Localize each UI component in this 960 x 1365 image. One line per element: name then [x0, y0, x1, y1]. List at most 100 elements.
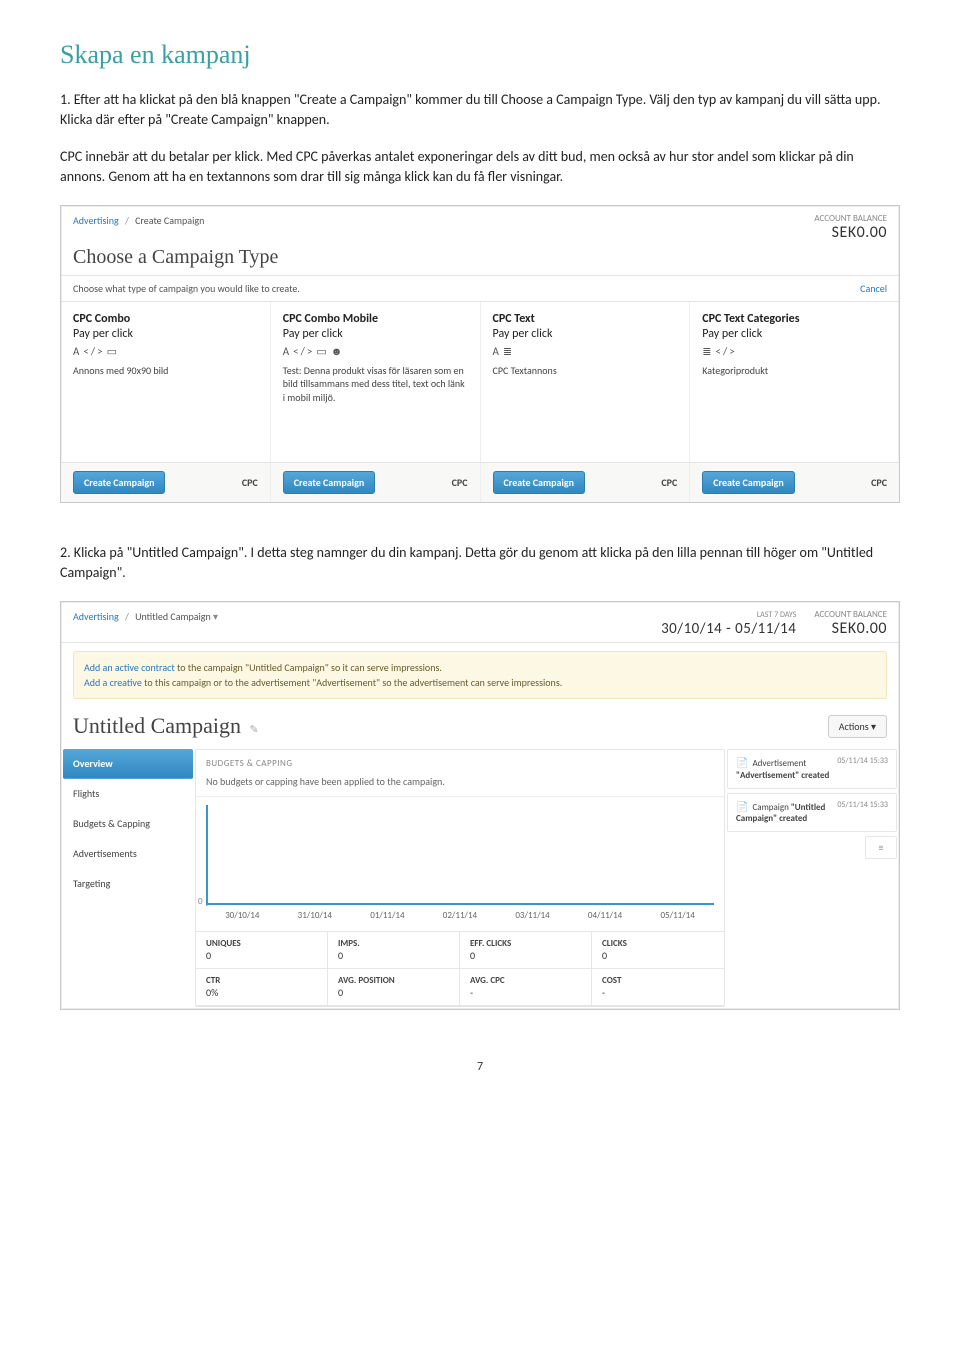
breadcrumb-sep: /	[121, 214, 133, 227]
card-cpc-combo[interactable]: CPC Combo Pay per click A</>▭ Annons med…	[61, 302, 271, 462]
panel-subtext: Choose what type of campaign you would l…	[73, 282, 300, 295]
card-cpc-text[interactable]: CPC Text Pay per click A≣ CPC Textannons	[481, 302, 691, 462]
file-icon: 📄	[736, 756, 752, 769]
y-axis-zero: 0	[198, 896, 203, 907]
card-title: CPC Text	[493, 312, 678, 327]
stat-ctr: CTR0%	[196, 969, 328, 1006]
activity-item: 📄Advertisement "Advertisement" created 0…	[727, 749, 897, 788]
breadcrumb-leaf: Untitled Campaign	[135, 610, 211, 623]
stat-eff-clicks: EFF. CLICKS0	[460, 932, 592, 969]
pricing-tag: CPC	[452, 476, 468, 489]
breadcrumb-root[interactable]: Advertising	[73, 214, 119, 227]
breadcrumb-leaf: Create Campaign	[135, 214, 204, 227]
stat-clicks: CLICKS0	[592, 932, 724, 969]
create-campaign-button[interactable]: Create Campaign	[73, 471, 165, 494]
breadcrumb-root[interactable]: Advertising	[73, 610, 119, 623]
campaign-type-cards: CPC Combo Pay per click A</>▭ Annons med…	[61, 302, 899, 462]
card-desc: CPC Textannons	[493, 364, 678, 378]
campaign-title: Untitled Campaign	[73, 713, 241, 738]
x-tick: 04/11/14	[588, 910, 622, 921]
notice-link-creative[interactable]: Add a creative	[84, 676, 142, 689]
pencil-icon[interactable]: ✎	[244, 723, 259, 736]
card-desc: Kategoriprodukt	[702, 364, 887, 378]
card-title: CPC Text Categories	[702, 312, 887, 327]
actions-button[interactable]: Actions ▾	[828, 715, 887, 738]
breadcrumb-sep: /	[121, 610, 133, 623]
create-campaign-button[interactable]: Create Campaign	[702, 471, 794, 494]
budgets-capping-body: No budgets or capping have been applied …	[196, 773, 724, 797]
date-range[interactable]: LAST 7 DAYS 30/10/14 - 05/11/14	[661, 610, 796, 638]
chart-area: 0	[206, 805, 714, 906]
activity-time: 05/11/14 15:33	[837, 800, 888, 810]
account-balance: ACCOUNT BALANCE SEK0.00	[814, 610, 887, 637]
card-subtitle: Pay per click	[283, 327, 468, 341]
account-balance: ACCOUNT BALANCE SEK0.00	[814, 214, 887, 241]
x-tick: 02/11/14	[443, 910, 477, 921]
step1-paragraph-a: 1. Efter att ha klickat på den blå knapp…	[60, 90, 900, 131]
nav-overview[interactable]: Overview	[63, 749, 193, 779]
x-tick: 01/11/14	[370, 910, 404, 921]
pricing-tag: CPC	[661, 476, 677, 489]
stat-uniques: UNIQUES0	[196, 932, 328, 969]
notice-text: to this campaign or to the advertisement…	[142, 676, 562, 689]
x-tick: 03/11/14	[515, 910, 549, 921]
card-subtitle: Pay per click	[73, 327, 258, 341]
chart-x-axis: 30/10/14 31/10/14 01/11/14 02/11/14 03/1…	[196, 906, 724, 931]
cancel-link[interactable]: Cancel	[860, 282, 887, 295]
chevron-down-icon[interactable]: ▾	[213, 610, 218, 623]
notice-text: to the campaign "Untitled Campaign" so i…	[175, 661, 442, 674]
breadcrumb: Advertising / Untitled Campaign ▾	[73, 610, 218, 623]
pricing-tag: CPC	[871, 476, 887, 489]
x-tick: 31/10/14	[298, 910, 332, 921]
stat-imps: IMPS.0	[328, 932, 460, 969]
nav-flights[interactable]: Flights	[63, 779, 193, 809]
card-icons: ≣</>	[702, 345, 887, 358]
nav-budgets[interactable]: Budgets & Capping	[63, 809, 193, 839]
breadcrumb: Advertising / Create Campaign	[73, 214, 204, 227]
card-subtitle: Pay per click	[702, 327, 887, 341]
date-range-label: LAST 7 DAYS	[661, 610, 796, 620]
screenshot-untitled-campaign: Advertising / Untitled Campaign ▾ LAST 7…	[60, 601, 900, 1010]
screenshot-choose-campaign-type: Advertising / Create Campaign ACCOUNT BA…	[60, 205, 900, 502]
card-desc: Annons med 90x90 bild	[73, 364, 258, 378]
card-cpc-text-categories[interactable]: CPC Text Categories Pay per click ≣</> K…	[690, 302, 899, 462]
date-range-value: 30/10/14 - 05/11/14	[661, 620, 796, 638]
create-campaign-button[interactable]: Create Campaign	[493, 471, 585, 494]
pricing-tag: CPC	[242, 476, 258, 489]
stat-avg-pos: AVG. POSITION0	[328, 969, 460, 1006]
account-balance-value: SEK0.00	[814, 224, 887, 242]
nav-advertisements[interactable]: Advertisements	[63, 839, 193, 869]
chart-line	[208, 903, 714, 905]
notice-link-contract[interactable]: Add an active contract	[84, 661, 175, 674]
card-icons: A</>▭☻	[283, 345, 468, 358]
create-campaign-button[interactable]: Create Campaign	[283, 471, 375, 494]
activity-time: 05/11/14 15:33	[837, 756, 888, 766]
card-cpc-combo-mobile[interactable]: CPC Combo Mobile Pay per click A</>▭☻ Te…	[271, 302, 481, 462]
card-icons: A</>▭	[73, 345, 258, 358]
warning-notice: Add an active contract to the campaign "…	[73, 651, 887, 699]
activity-collapse-button[interactable]: ≡	[865, 836, 897, 859]
x-tick: 05/11/14	[660, 910, 694, 921]
file-icon: 📄	[736, 800, 752, 813]
budgets-capping-heading: BUDGETS & CAPPING	[196, 750, 724, 773]
nav-targeting[interactable]: Targeting	[63, 869, 193, 899]
page-title: Skapa en kampanj	[60, 40, 900, 70]
x-tick: 30/10/14	[225, 910, 259, 921]
account-balance-value: SEK0.00	[814, 620, 887, 638]
panel-heading: Choose a Campaign Type	[61, 246, 899, 275]
card-title: CPC Combo	[73, 312, 258, 327]
card-desc: Test: Denna produkt visas för läsaren so…	[283, 364, 468, 405]
activity-column: 📄Advertisement "Advertisement" created 0…	[727, 749, 897, 1007]
stats-grid: UNIQUES0 IMPS.0 EFF. CLICKS0 CLICKS0 CTR…	[196, 931, 724, 1006]
center-column: BUDGETS & CAPPING No budgets or capping …	[195, 749, 725, 1007]
card-title: CPC Combo Mobile	[283, 312, 468, 327]
stat-cost: COST-	[592, 969, 724, 1006]
step1-paragraph-b: CPC innebär att du betalar per klick. Me…	[60, 147, 900, 188]
activity-item: 📄Campaign "Untitled Campaign" created 05…	[727, 793, 897, 832]
card-subtitle: Pay per click	[493, 327, 678, 341]
page-number: 7	[60, 1060, 900, 1074]
side-nav: Overview Flights Budgets & Capping Adver…	[63, 749, 193, 1007]
step2-paragraph: 2. Klicka på "Untitled Campaign". I dett…	[60, 543, 900, 584]
card-icons: A≣	[493, 345, 678, 358]
stat-avg-cpc: AVG. CPC-	[460, 969, 592, 1006]
